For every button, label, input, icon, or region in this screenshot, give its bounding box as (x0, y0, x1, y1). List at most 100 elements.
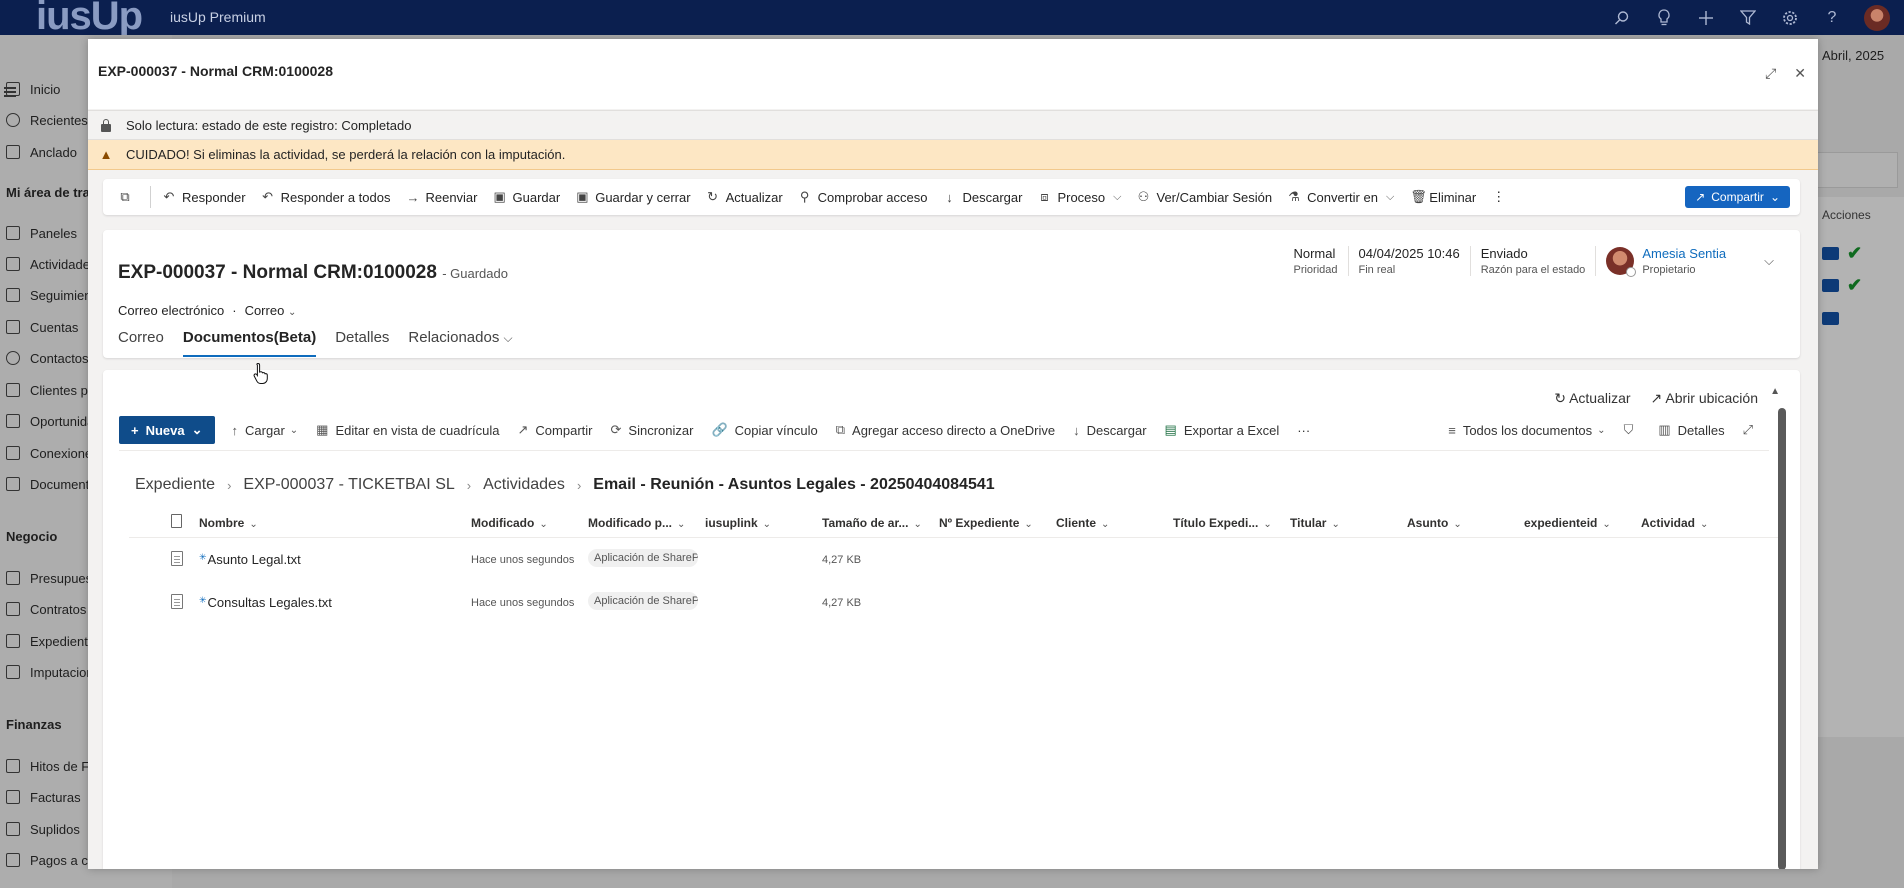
save-button[interactable]: ▣ Guardar (486, 179, 569, 215)
sidebar-item: Presupuestos (0, 567, 90, 589)
contract-icon (6, 602, 20, 616)
documents-scrollbar[interactable] (1778, 408, 1786, 869)
tab-detalles[interactable]: Detalles (335, 329, 389, 357)
reply-button[interactable]: ↶ Responder (155, 179, 254, 215)
tab-relacionados[interactable]: Relacionados ⌵ (408, 329, 512, 357)
sidebar-item-anclado: Anclado (0, 141, 90, 163)
scroll-up-icon[interactable]: ▲ (1770, 386, 1780, 397)
form-dropdown[interactable]: Correo ⌄ (245, 303, 297, 318)
table-row[interactable]: ✳Asunto Legal.txt Hace unos segundos Apl… (129, 538, 1779, 581)
chevron-down-icon[interactable]: ⌵ (1764, 253, 1774, 269)
docs-refresh-button[interactable]: ↻ Actualizar (1554, 390, 1630, 407)
sync-button[interactable]: ⟳ Sincronizar (602, 416, 703, 444)
calendar-month: Abril, 2025 (1822, 48, 1885, 63)
grid-edit-button[interactable]: ▦ Editar en vista de cuadrícula (307, 416, 508, 444)
refresh-button[interactable]: ↻ Actualizar (699, 179, 791, 215)
download-icon: ↓ (946, 189, 953, 205)
breadcrumb-item[interactable]: Expediente (135, 476, 215, 494)
column-header-titulo[interactable]: Título Expedi... ⌄ (1173, 516, 1290, 530)
breadcrumb-item[interactable]: EXP-000037 - TICKETBAI SL (243, 476, 454, 494)
help-icon[interactable]: ? (1822, 8, 1842, 28)
column-header-expedienteid[interactable]: expedienteid ⌄ (1524, 516, 1641, 530)
file-type-header[interactable] (129, 514, 199, 531)
search-icon[interactable] (1612, 8, 1632, 28)
forward-button[interactable]: → Reenviar (398, 179, 485, 215)
popout-icon: ⧉ (120, 189, 130, 204)
sidebar-item: Contratos (0, 598, 90, 620)
file-name-link[interactable]: Asunto Legal.txt (208, 552, 301, 567)
chevron-down-icon: ⌄ (1101, 518, 1110, 530)
column-header-modificado[interactable]: Modificado ⌄ (471, 516, 588, 530)
record-header: EXP-000037 - Normal CRM:0100028 - Guarda… (103, 230, 1800, 358)
home-icon (6, 82, 20, 96)
sidebar-item: Clientes potenciales (0, 379, 90, 401)
new-document-button[interactable]: + Nueva ⌄ (119, 416, 215, 444)
sidebar-section-negocio: Negocio (6, 529, 58, 544)
more-commands-button[interactable]: ⋮ (1484, 179, 1513, 215)
fullscreen-button[interactable]: ⤢ (1734, 416, 1769, 444)
folder-icon (1822, 278, 1839, 292)
session-button[interactable]: ⚇ Ver/Cambiar Sesión (1130, 179, 1281, 215)
column-header-cliente[interactable]: Cliente ⌄ (1056, 516, 1173, 530)
column-header-tamano[interactable]: Tamaño de ar... ⌄ (822, 516, 939, 530)
popout-button[interactable]: ⧉ (111, 179, 146, 215)
table-header: Nombre ⌄ Modificado ⌄ Modificado p... ⌄ ius… (129, 508, 1779, 538)
breadcrumb-item[interactable]: Actividades (483, 476, 565, 494)
docs-share-button[interactable]: ↗ Compartir (509, 416, 602, 444)
divider (119, 450, 1769, 451)
column-header-actividad[interactable]: Actividad ⌄ (1641, 516, 1721, 530)
expand-icon: ⤢ (1742, 422, 1753, 437)
chevron-down-icon: ⌄ (913, 518, 922, 530)
reply-all-button[interactable]: ↶ Responder a todos (254, 179, 399, 215)
tab-correo[interactable]: Correo (118, 329, 164, 357)
file-name-link[interactable]: Consultas Legales.txt (208, 595, 332, 610)
table-row[interactable]: ✳Consultas Legales.txt Hace unos segundo… (129, 581, 1779, 624)
process-button[interactable]: ⧈ Proceso ⌵ (1030, 179, 1129, 215)
close-icon[interactable]: ✕ (1794, 65, 1806, 82)
user-avatar[interactable] (1864, 4, 1890, 31)
owner-link[interactable]: Amesia Sentia (1642, 246, 1726, 261)
column-header-expediente[interactable]: Nº Expediente ⌄ (939, 516, 1056, 530)
export-excel-button[interactable]: ▤ Exportar a Excel (1156, 416, 1289, 444)
column-header-iusuplink[interactable]: iusuplink ⌄ (705, 516, 822, 530)
add-shortcut-button[interactable]: ⧉ Agregar acceso directo a OneDrive (827, 416, 1064, 444)
column-header-titular[interactable]: Titular ⌄ (1290, 516, 1407, 530)
readonly-notice-text: Solo lectura: estado de este registro: C… (126, 117, 412, 133)
app-logo[interactable]: iusUp (36, 0, 143, 39)
link-icon: 🔗 (711, 422, 728, 437)
sidebar-section-workspace: Mi área de trabajo (6, 185, 90, 200)
column-header-modificado-por[interactable]: Modificado p... ⌄ (588, 516, 705, 530)
view-selector[interactable]: ≡ Todos los documentos ⌄ (1439, 416, 1614, 444)
open-location-button[interactable]: ↗ Abrir ubicación (1651, 390, 1758, 407)
filter-button[interactable]: ⛉ (1615, 416, 1650, 444)
modified-by-pill[interactable]: Aplicación de SharePoint (588, 592, 698, 610)
download-button[interactable]: ↓ Descargar (935, 179, 1030, 215)
delete-button[interactable]: 🗑 Eliminar (1402, 179, 1484, 215)
sidebar-item: Cuentas (0, 316, 90, 338)
lightbulb-icon[interactable] (1654, 8, 1674, 28)
docs-download-button[interactable]: ↓ Descargar (1064, 416, 1155, 444)
modified-by-pill[interactable]: Aplicación de SharePoint (588, 549, 698, 567)
more-button[interactable]: ··· (1288, 416, 1319, 444)
plus-icon[interactable] (1696, 8, 1716, 28)
share-button[interactable]: ↗ Compartir ⌄ (1685, 186, 1790, 208)
chevron-right-icon: › (576, 477, 582, 493)
chevron-down-icon: ⌄ (287, 307, 297, 318)
actual-end-field: 04/04/2025 10:46 Fin real (1347, 246, 1470, 276)
gear-icon[interactable] (1780, 8, 1800, 28)
upload-button[interactable]: ↑ Cargar ⌄ (223, 416, 308, 444)
details-button[interactable]: ▥ Detalles (1649, 416, 1733, 444)
copy-link-button[interactable]: 🔗 Copiar vínculo (702, 416, 826, 444)
priority-field: Normal Prioridad (1293, 246, 1338, 276)
column-header-nombre[interactable]: Nombre ⌄ (199, 516, 471, 530)
convert-button[interactable]: ⚗ Convertir en ⌵ (1280, 179, 1402, 215)
warning-icon: ▲ (99, 147, 113, 162)
column-header-asunto[interactable]: Asunto ⌄ (1407, 516, 1524, 530)
tab-documentos[interactable]: Documentos(Beta) (182, 329, 317, 357)
top-app-bar: iusUp iusUp Premium ? (0, 0, 1904, 38)
filter-icon[interactable] (1738, 8, 1758, 28)
save-close-button[interactable]: ▣ Guardar y cerrar (568, 179, 698, 215)
expand-icon[interactable]: ⤢ (1765, 65, 1776, 82)
chevron-down-icon: ⌄ (1024, 518, 1033, 530)
check-access-button[interactable]: ⚲ Comprobar acceso (791, 179, 936, 215)
